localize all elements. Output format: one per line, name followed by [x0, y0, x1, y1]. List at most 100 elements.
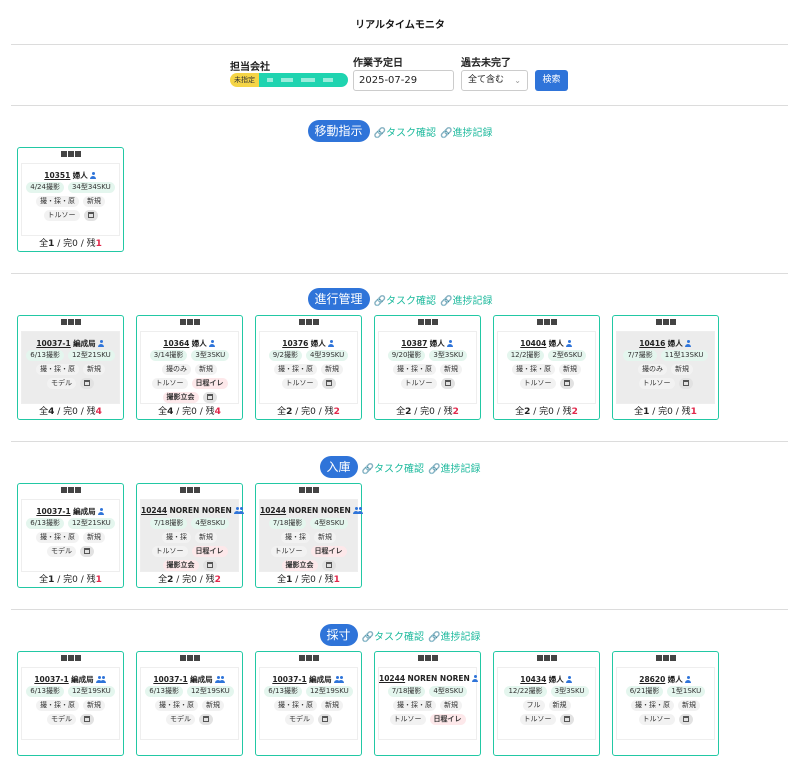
card-menu-icon[interactable]	[494, 655, 599, 663]
chip-row: 撮・採 新規	[260, 532, 357, 543]
chip-row: モデル	[260, 714, 357, 725]
job-card[interactable]: 10404 婦人 12/2撮影 2型6SKU 撮・採・原 新規 トルソー 全2 / 完0 /…	[493, 315, 600, 420]
job-id-link[interactable]: 10244	[141, 506, 167, 515]
incomplete-select[interactable]: 全て含む ⌄	[461, 70, 528, 91]
card-count: 全4 / 完0 / 残4	[158, 407, 221, 417]
chip-row: モデル	[22, 378, 119, 389]
job-id-link[interactable]: 10244	[379, 674, 405, 683]
calendar-icon[interactable]	[559, 714, 574, 725]
calendar-icon[interactable]	[318, 714, 332, 725]
section-title[interactable]: 進行管理	[307, 288, 370, 310]
card-body: 10351 婦人 4/24撮影 34型34SKU 撮・採・原 新規 トルソー	[21, 163, 120, 236]
job-id-link[interactable]: 28620	[639, 675, 665, 684]
calendar-icon[interactable]	[199, 714, 213, 725]
job-id-link[interactable]: 10364	[163, 339, 189, 348]
job-id-link[interactable]: 10244	[260, 506, 286, 515]
job-card[interactable]: 10244 NOREN NOREN 7/18撮影 4型8SKU 撮・採・原 新規 トルソー…	[374, 651, 481, 756]
card-body: 10037-1 編成局 6/13撮影 12型19SKU 撮・採・原 新規 モデル	[259, 667, 358, 740]
calendar-icon[interactable]	[678, 378, 693, 389]
calendar-icon[interactable]	[678, 714, 693, 725]
progress-record-link[interactable]: 🔗進捗記録	[440, 124, 492, 139]
job-id-link[interactable]: 10387	[401, 339, 427, 348]
chip-row: 12/2撮影 2型6SKU	[498, 350, 595, 361]
calendar-icon[interactable]	[321, 378, 336, 389]
job-id-link[interactable]: 10037-1	[36, 339, 70, 348]
job-id-link[interactable]: 10404	[520, 339, 546, 348]
task-check-link[interactable]: 🔗タスク確認	[362, 460, 424, 475]
calendar-icon[interactable]	[80, 378, 94, 389]
job-card[interactable]: 10037-1 編成局 6/13撮影 12型19SKU 撮・採・原 新規 モデル	[255, 651, 362, 756]
progress-record-link[interactable]: 🔗進捗記録	[428, 460, 480, 475]
calendar-icon[interactable]	[202, 392, 217, 403]
section-title[interactable]: 採寸	[319, 624, 358, 646]
card-menu-icon[interactable]	[137, 487, 242, 495]
card-menu-icon[interactable]	[256, 487, 361, 495]
client-name: 編成局	[190, 675, 213, 684]
section: 進行管理 🔗タスク確認 🔗進捗記録 10037-1 編成局 6/13撮影 12型21SKU…	[0, 288, 800, 448]
card-menu-icon[interactable]	[494, 319, 599, 327]
job-card[interactable]: 10037-1 編成局 6/13撮影 12型21SKU 撮・採・原 新規 モデル 全1 / …	[17, 483, 124, 588]
calendar-icon[interactable]	[321, 560, 336, 571]
calendar-icon[interactable]	[80, 546, 94, 557]
job-card[interactable]: 10351 婦人 4/24撮影 34型34SKU 撮・採・原 新規 トルソー 全1 / 完0…	[17, 147, 124, 252]
tag-chip: 新規	[671, 364, 693, 375]
card-menu-icon[interactable]	[18, 655, 123, 663]
job-card[interactable]: 10364 婦人 3/14撮影 3型3SKU 撮のみ 新規 トルソー 日程イレ 撮影立会 全4 …	[136, 315, 243, 420]
job-card[interactable]: 10037-1 編成局 6/13撮影 12型19SKU 撮・採・原 新規 モデル	[136, 651, 243, 756]
card-menu-icon[interactable]	[613, 319, 718, 327]
job-card[interactable]: 10416 婦人 7/7撮影 11型13SKU 撮のみ 新規 トルソー 全1 / 完0 / …	[612, 315, 719, 420]
task-check-link[interactable]: 🔗タスク確認	[374, 124, 436, 139]
job-id-link[interactable]: 10037-1	[153, 675, 187, 684]
person-icon	[472, 675, 479, 682]
search-button[interactable]: 検索	[535, 70, 568, 91]
section-title[interactable]: 移動指示	[307, 120, 370, 142]
job-id-link[interactable]: 10351	[44, 171, 70, 180]
job-card[interactable]: 10434 婦人 12/22撮影 3型3SKU フル 新規 トルソー	[493, 651, 600, 756]
card-menu-icon[interactable]	[137, 655, 242, 663]
progress-record-link[interactable]: 🔗進捗記録	[428, 628, 480, 643]
calendar-icon[interactable]	[83, 210, 98, 221]
job-id-link[interactable]: 10434	[520, 675, 546, 684]
job-id-link[interactable]: 10037-1	[34, 675, 68, 684]
card-menu-icon[interactable]	[256, 319, 361, 327]
task-check-link[interactable]: 🔗タスク確認	[374, 292, 436, 307]
card-menu-icon[interactable]	[137, 319, 242, 327]
calendar-icon[interactable]	[202, 560, 217, 571]
job-id-link[interactable]: 10037-1	[272, 675, 306, 684]
card-menu-icon[interactable]	[375, 319, 480, 327]
job-card[interactable]: 10387 婦人 9/20撮影 3型3SKU 撮・採・原 新規 トルソー 全2 / 完0 /…	[374, 315, 481, 420]
card-title: 10434 婦人	[498, 674, 595, 685]
tag-chip: 撮・採	[162, 532, 191, 543]
card-list: 10351 婦人 4/24撮影 34型34SKU 撮・採・原 新規 トルソー 全1 / 完0…	[17, 147, 124, 252]
chip-row: 撮・採・原 新規	[260, 364, 357, 375]
company-selector[interactable]: 未指定	[230, 73, 348, 87]
tag-chip: 日程イレ	[310, 546, 347, 557]
calendar-icon[interactable]	[440, 378, 455, 389]
card-menu-icon[interactable]	[18, 487, 123, 495]
card-title: 10244 NOREN NOREN	[141, 506, 245, 515]
job-card[interactable]: 10244 NOREN NOREN 7/18撮影 4型8SKU 撮・採 新規 トルソー 日程…	[255, 483, 364, 588]
card-body: 10244 NOREN NOREN 7/18撮影 4型8SKU 撮・採 新規 トルソー 日程…	[259, 499, 364, 572]
job-id-link[interactable]: 10037-1	[36, 507, 70, 516]
card-count: 全1 / 完0 / 残1	[634, 407, 697, 417]
job-card[interactable]: 10244 NOREN NOREN 7/18撮影 4型8SKU 撮・採 新規 トルソー 日程…	[136, 483, 245, 588]
card-menu-icon[interactable]	[613, 655, 718, 663]
person-icon	[566, 676, 573, 683]
progress-record-link[interactable]: 🔗進捗記録	[440, 292, 492, 307]
job-card[interactable]: 10037-1 編成局 6/13撮影 12型21SKU 撮・採・原 新規 モデル 全4 / …	[17, 315, 124, 420]
job-card[interactable]: 10376 婦人 9/2撮影 4型39SKU 撮・採・原 新規 トルソー 全2 / 完0 /…	[255, 315, 362, 420]
card-menu-icon[interactable]	[375, 655, 480, 663]
section-title[interactable]: 入庫	[319, 456, 358, 478]
card-menu-icon[interactable]	[18, 151, 123, 159]
card-menu-icon[interactable]	[256, 655, 361, 663]
calendar-icon[interactable]	[80, 714, 94, 725]
job-id-link[interactable]: 10416	[639, 339, 665, 348]
job-card[interactable]: 10037-1 編成局 6/13撮影 12型19SKU 撮・採・原 新規 モデル	[17, 651, 124, 756]
chip-row: 撮・採・原 新規	[379, 700, 476, 711]
card-menu-icon[interactable]	[18, 319, 123, 327]
date-input[interactable]: 2025-07-29	[353, 70, 454, 91]
task-check-link[interactable]: 🔗タスク確認	[362, 628, 424, 643]
job-id-link[interactable]: 10376	[282, 339, 308, 348]
calendar-icon[interactable]	[559, 378, 574, 389]
job-card[interactable]: 28620 婦人 6/21撮影 1型1SKU 撮・採・原 新規 トルソー	[612, 651, 719, 756]
